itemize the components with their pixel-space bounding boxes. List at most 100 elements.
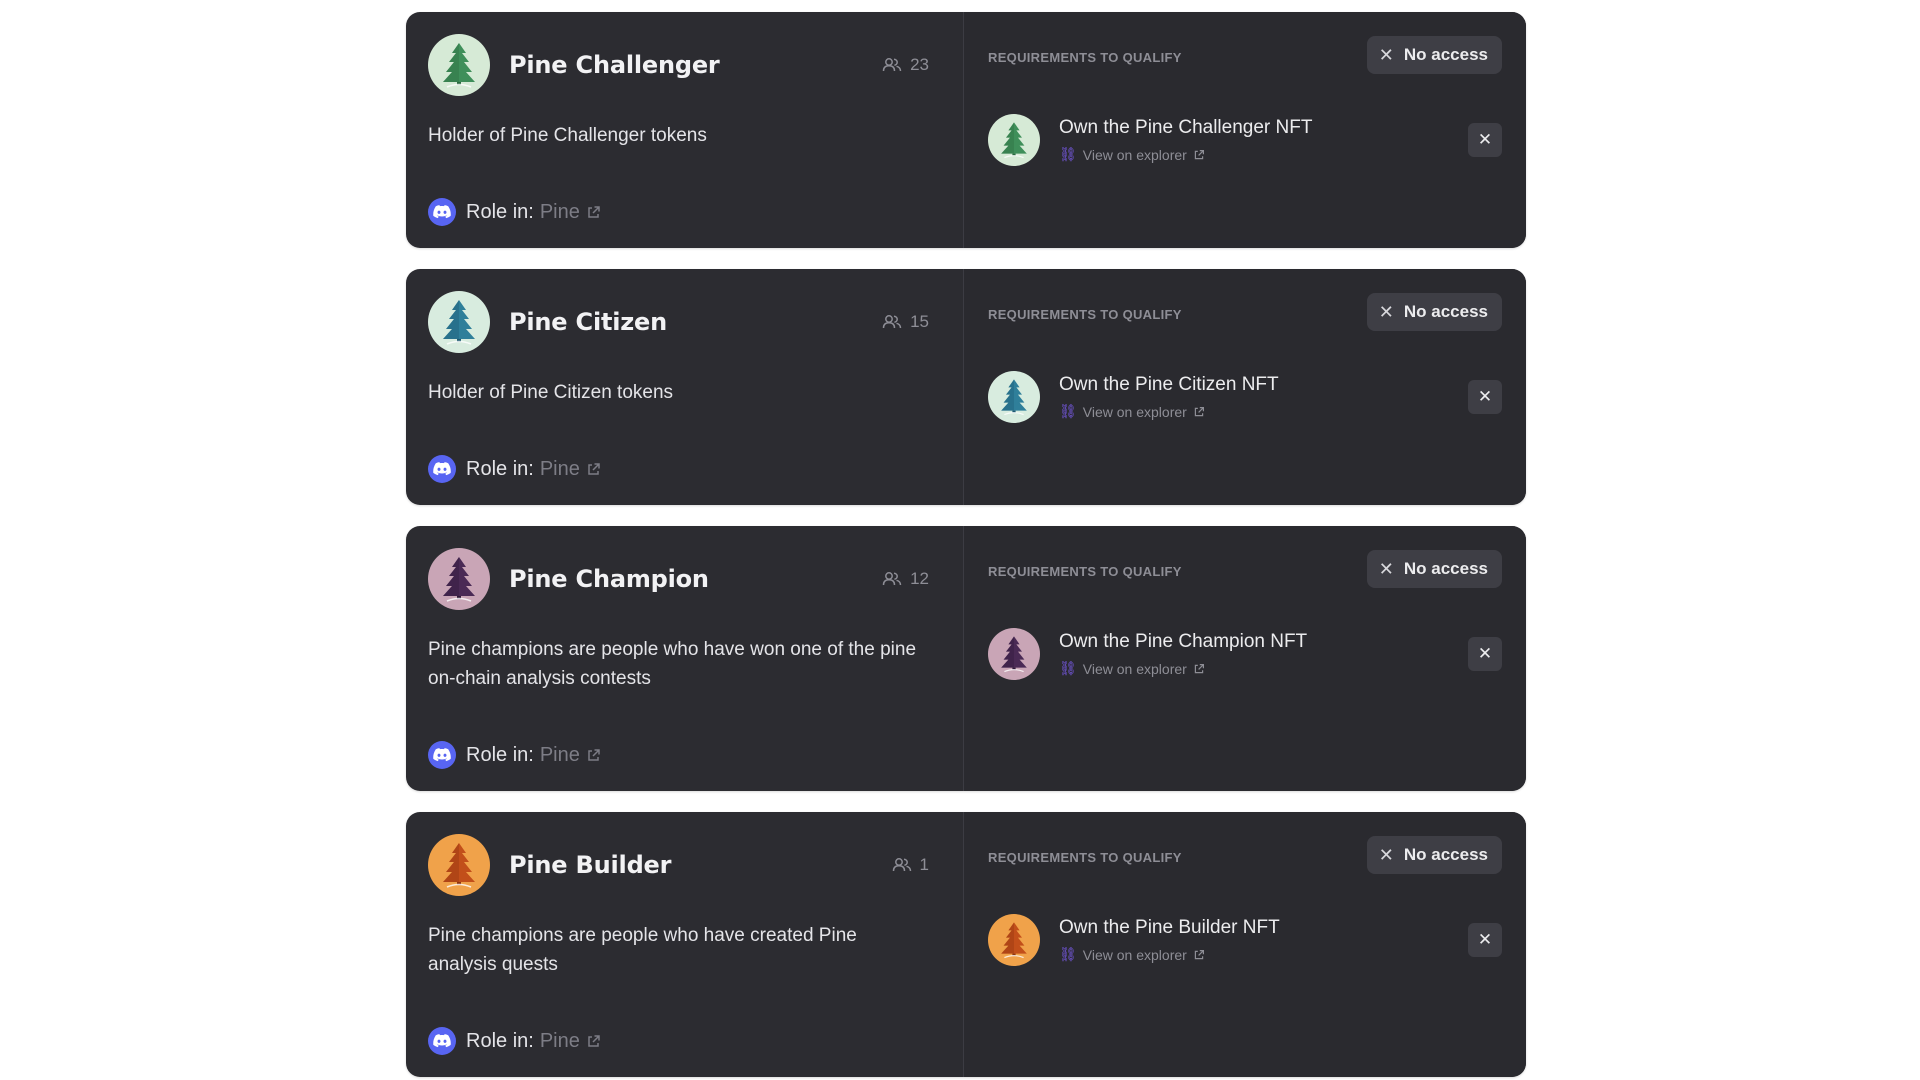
requirement-item: Own the Pine Challenger NFT ⛓ View on ex… <box>988 114 1502 166</box>
member-count-value: 1 <box>919 855 929 874</box>
requirement-item: Own the Pine Builder NFT ⛓ View on explo… <box>988 914 1502 966</box>
external-link-icon <box>588 462 600 475</box>
member-count: 15 <box>882 312 929 332</box>
guild-link[interactable]: Pine <box>540 201 601 224</box>
pine-tree-icon <box>443 300 475 345</box>
no-access-label: No access <box>1403 845 1488 864</box>
link-icon: ⛓ <box>1059 403 1077 419</box>
requirement-status-x-button[interactable]: ✕ <box>1468 123 1502 157</box>
role-description: Holder of Pine Citizen tokens <box>428 382 674 403</box>
discord-icon <box>428 198 456 226</box>
guild-name: Pine <box>539 200 580 223</box>
requirement-label: Own the Pine Challenger NFT <box>1059 117 1313 138</box>
members-icon <box>882 315 902 329</box>
requirements-panel: REQUIREMENTS TO QUALIFY ✕ No access Own … <box>964 12 1526 248</box>
guild-link[interactable]: Pine <box>540 458 601 481</box>
explorer-label: View on explorer <box>1082 946 1187 963</box>
explorer-label: View on explorer <box>1082 146 1187 163</box>
role-info-panel: Pine Challenger 23 Holder of Pine Challe… <box>406 12 964 248</box>
role-in-label: Role in: <box>466 200 534 223</box>
requirement-label: Own the Pine Citizen NFT <box>1059 374 1279 395</box>
role-info-panel: Pine Champion 12 Pine champions are peop… <box>406 526 964 791</box>
member-count: 23 <box>882 55 929 75</box>
members-icon <box>892 858 911 872</box>
view-on-explorer-link[interactable]: ⛓ View on explorer <box>1059 946 1468 963</box>
role-description: Pine champions are people who have creat… <box>428 925 857 975</box>
link-icon: ⛓ <box>1059 660 1077 676</box>
requirements-title: REQUIREMENTS TO QUALIFY <box>988 564 1182 579</box>
external-link-icon <box>1194 149 1204 159</box>
no-access-label: No access <box>1403 302 1488 321</box>
close-icon: ✕ <box>1378 844 1394 865</box>
role-card: Pine Builder 1 Pine champions are people… <box>406 812 1526 1077</box>
discord-icon <box>428 455 456 483</box>
no-access-label: No access <box>1403 559 1488 578</box>
requirements-panel: REQUIREMENTS TO QUALIFY ✕ No access Own … <box>964 269 1526 505</box>
no-access-button[interactable]: ✕ No access <box>1366 36 1502 74</box>
role-in-guild: Role in: Pine <box>428 455 601 483</box>
guild-name: Pine <box>539 457 580 480</box>
close-icon: ✕ <box>1378 301 1394 322</box>
role-name: Pine Champion <box>509 565 709 593</box>
guild-name: Pine <box>539 1029 580 1052</box>
pine-tree-icon <box>443 43 475 88</box>
nft-avatar <box>988 371 1040 423</box>
role-name: Pine Builder <box>509 851 672 879</box>
role-card: Pine Challenger 23 Holder of Pine Challe… <box>406 12 1526 248</box>
requirements-title: REQUIREMENTS TO QUALIFY <box>988 850 1182 865</box>
no-access-button[interactable]: ✕ No access <box>1366 836 1502 874</box>
member-count-value: 23 <box>910 55 929 74</box>
role-description: Pine champions are people who have won o… <box>428 639 917 689</box>
pine-tree-icon <box>1001 922 1027 959</box>
explorer-label: View on explorer <box>1082 660 1187 677</box>
explorer-label: View on explorer <box>1082 403 1187 420</box>
link-icon: ⛓ <box>1059 946 1077 962</box>
view-on-explorer-link[interactable]: ⛓ View on explorer <box>1059 403 1468 420</box>
role-in-guild: Role in: Pine <box>428 198 601 226</box>
requirement-status-x-button[interactable]: ✕ <box>1468 380 1502 414</box>
members-icon <box>882 572 902 586</box>
role-avatar <box>428 834 490 896</box>
view-on-explorer-link[interactable]: ⛓ View on explorer <box>1059 660 1468 677</box>
requirements-panel: REQUIREMENTS TO QUALIFY ✕ No access Own … <box>964 526 1526 791</box>
view-on-explorer-link[interactable]: ⛓ View on explorer <box>1059 146 1468 163</box>
nft-avatar <box>988 914 1040 966</box>
role-avatar <box>428 548 490 610</box>
requirements-title: REQUIREMENTS TO QUALIFY <box>988 307 1182 322</box>
requirements-title: REQUIREMENTS TO QUALIFY <box>988 50 1182 65</box>
role-avatar <box>428 291 490 353</box>
external-link-icon <box>1194 406 1204 416</box>
member-count-value: 15 <box>910 312 929 331</box>
role-in-guild: Role in: Pine <box>428 741 601 769</box>
requirement-status-x-button[interactable]: ✕ <box>1468 923 1502 957</box>
external-link-icon <box>1194 949 1204 959</box>
role-card: Pine Champion 12 Pine champions are peop… <box>406 526 1526 791</box>
role-in-label: Role in: <box>466 457 534 480</box>
guild-link[interactable]: Pine <box>540 744 601 767</box>
pine-tree-icon <box>1001 636 1027 673</box>
no-access-button[interactable]: ✕ No access <box>1366 550 1502 588</box>
role-avatar <box>428 34 490 96</box>
role-name: Pine Citizen <box>509 308 668 336</box>
requirement-label: Own the Pine Champion NFT <box>1059 631 1308 652</box>
close-icon: ✕ <box>1378 44 1394 65</box>
role-description: Holder of Pine Challenger tokens <box>428 125 707 146</box>
role-in-guild: Role in: Pine <box>428 1027 601 1055</box>
guild-link[interactable]: Pine <box>540 1030 601 1053</box>
close-icon: ✕ <box>1378 558 1394 579</box>
pine-tree-icon <box>443 843 475 888</box>
discord-icon <box>428 1027 456 1055</box>
external-link-icon <box>588 748 600 761</box>
role-name: Pine Challenger <box>509 51 720 79</box>
external-link-icon <box>1194 663 1204 673</box>
link-icon: ⛓ <box>1059 146 1077 162</box>
requirements-panel: REQUIREMENTS TO QUALIFY ✕ No access Own … <box>964 812 1526 1077</box>
role-card: Pine Citizen 15 Holder of Pine Citizen t… <box>406 269 1526 505</box>
pine-tree-icon <box>1001 379 1027 416</box>
member-count: 1 <box>892 855 929 875</box>
requirement-status-x-button[interactable]: ✕ <box>1468 637 1502 671</box>
no-access-button[interactable]: ✕ No access <box>1366 293 1502 331</box>
pine-tree-icon <box>443 557 475 602</box>
role-in-label: Role in: <box>466 1029 534 1052</box>
requirement-item: Own the Pine Champion NFT ⛓ View on expl… <box>988 628 1502 680</box>
